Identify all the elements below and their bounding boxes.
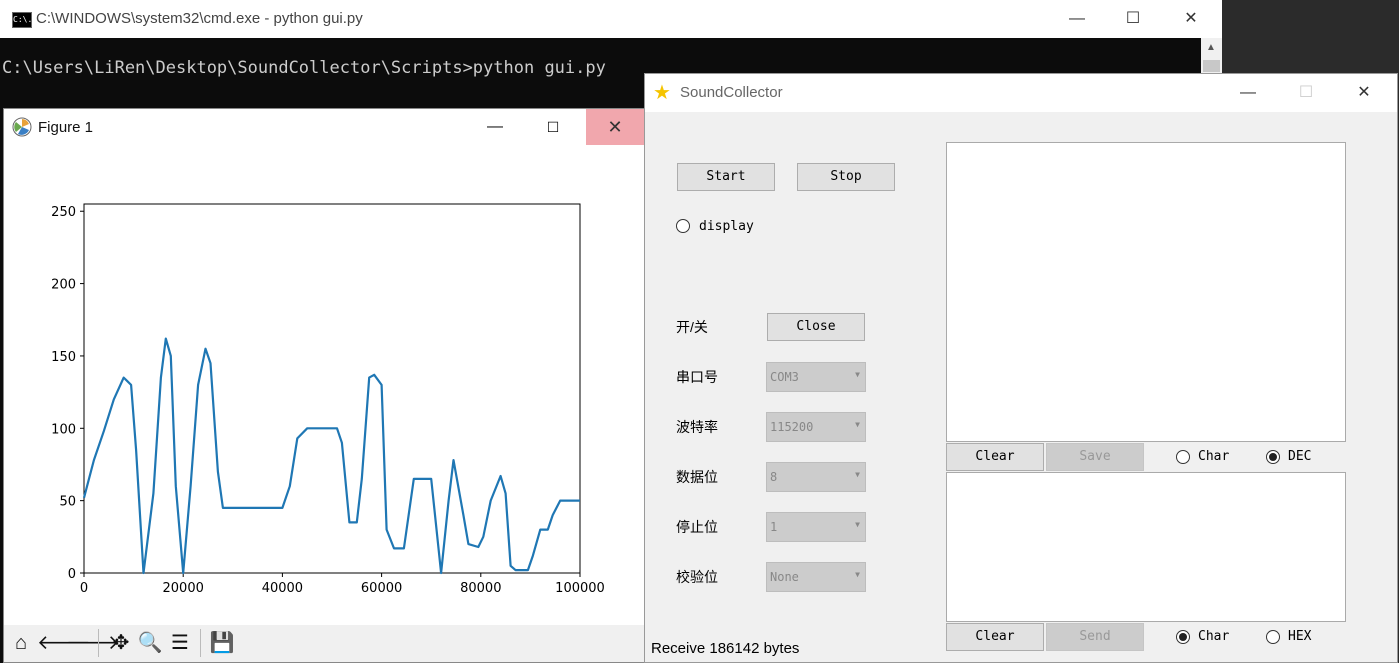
y-tick-label: 0 [68,567,76,582]
figure-title-bar[interactable]: Figure 1 — ☐ ✕ [4,109,644,145]
databits-value: 8 [770,470,778,484]
parity-value: None [770,570,799,584]
star-icon: ★ [653,82,671,104]
stopbits-label: 停止位 [676,519,718,535]
cmd-scroll-thumb[interactable] [1203,60,1220,72]
cmd-minimize-button[interactable]: — [1054,0,1100,38]
receive-clear-button[interactable]: Clear [946,443,1044,471]
soundcollector-window: ★ SoundCollector — ☐ ✕ Start Stop displa… [644,73,1398,663]
save-icon[interactable]: 💾 [209,630,235,656]
port-label: 串口号 [676,369,718,385]
y-tick-label: 50 [59,495,76,510]
send-clear-button[interactable]: Clear [946,623,1044,651]
cmd-maximize-button[interactable]: ☐ [1110,0,1156,38]
app-close-button[interactable]: ✕ [1341,74,1387,112]
display-radio[interactable] [676,219,690,233]
databits-label: 数据位 [676,469,718,485]
figure-minimize-button[interactable]: — [470,109,520,145]
x-tick-label: 0 [80,581,88,596]
switch-label: 开/关 [676,319,708,335]
cmd-output-line: C:\Users\LiRen\Desktop\SoundCollector\Sc… [2,58,606,78]
chevron-down-icon: ▼ [855,570,860,579]
plot-frame [83,203,581,574]
app-title: SoundCollector [680,84,783,101]
figure-maximize-button[interactable]: ☐ [528,109,578,145]
y-tick-label: 250 [51,205,76,220]
figure-title: Figure 1 [38,119,94,136]
cmd-icon: C:\. [12,12,32,28]
figure-toolbar: ⌂ 🡐 🡒 ✥ 🔍 ☰ 💾 [4,625,644,662]
matplotlib-icon [12,117,32,137]
x-tick-label: 80000 [460,581,501,596]
receive-textarea[interactable] [946,142,1346,442]
y-tick-label: 200 [51,278,76,293]
recv-dec-label: DEC [1288,449,1312,464]
toolbar-divider [98,629,99,657]
display-label: display [699,219,754,234]
parity-select[interactable]: None ▼ [766,562,866,592]
recv-dec-radio[interactable] [1266,450,1280,464]
databits-select[interactable]: 8 ▼ [766,462,866,492]
stop-button[interactable]: Stop [797,163,895,191]
y-tick-label: 100 [51,422,76,437]
cmd-close-button[interactable]: ✕ [1168,0,1214,38]
parity-label: 校验位 [676,569,718,585]
chevron-down-icon: ▼ [855,470,860,479]
port-select[interactable]: COM3 ▼ [766,362,866,392]
x-tick-label: 20000 [163,581,204,596]
send-button[interactable]: Send [1046,623,1144,651]
home-icon[interactable]: ⌂ [8,630,34,656]
x-tick-label: 60000 [361,581,402,596]
pan-icon[interactable]: ✥ [108,630,134,656]
cmd-title-bar[interactable]: C:\. C:\WINDOWS\system32\cmd.exe - pytho… [0,0,1222,38]
chevron-down-icon: ▼ [855,370,860,379]
recv-char-label: Char [1198,449,1230,464]
cmd-title: C:\WINDOWS\system32\cmd.exe - python gui… [36,10,363,27]
port-value: COM3 [770,370,799,384]
send-hex-radio[interactable] [1266,630,1280,644]
baud-label: 波特率 [676,419,718,435]
stopbits-select[interactable]: 1 ▼ [766,512,866,542]
app-minimize-button[interactable]: — [1225,74,1271,112]
chevron-down-icon: ▼ [855,420,860,429]
chevron-down-icon: ▼ [855,520,860,529]
figure-window: Figure 1 — ☐ ✕ 0 20000 40000 60000 80000 1000… [3,108,645,663]
baud-select[interactable]: 115200 ▼ [766,412,866,442]
status-text: Receive 186142 bytes [651,640,800,657]
baud-value: 115200 [770,420,814,434]
save-button[interactable]: Save [1046,443,1144,471]
send-textarea[interactable] [946,472,1346,622]
start-button[interactable]: Start [677,163,775,191]
scroll-up-icon[interactable]: ▲ [1206,42,1216,53]
app-title-bar[interactable]: ★ SoundCollector — ☐ ✕ [645,74,1397,112]
forward-icon[interactable]: 🡒 [66,630,120,656]
close-port-button[interactable]: Close [767,313,865,341]
back-icon[interactable]: 🡐 [37,630,91,656]
app-maximize-button: ☐ [1298,84,1314,101]
toolbar-divider [200,629,201,657]
plot-area[interactable]: 0 20000 40000 60000 80000 100000 0 50 100 150 200 2… [4,145,644,625]
send-char-label: Char [1198,629,1230,644]
zoom-icon[interactable]: 🔍 [137,630,163,656]
x-tick-label: 100000 [555,581,605,596]
stopbits-value: 1 [770,520,778,534]
send-char-radio[interactable] [1176,630,1190,644]
recv-char-radio[interactable] [1176,450,1190,464]
x-tick-label: 40000 [262,581,303,596]
send-hex-label: HEX [1288,629,1312,644]
figure-close-button[interactable]: ✕ [586,109,644,145]
y-tick-label: 150 [51,350,76,365]
configure-icon[interactable]: ☰ [167,630,193,656]
